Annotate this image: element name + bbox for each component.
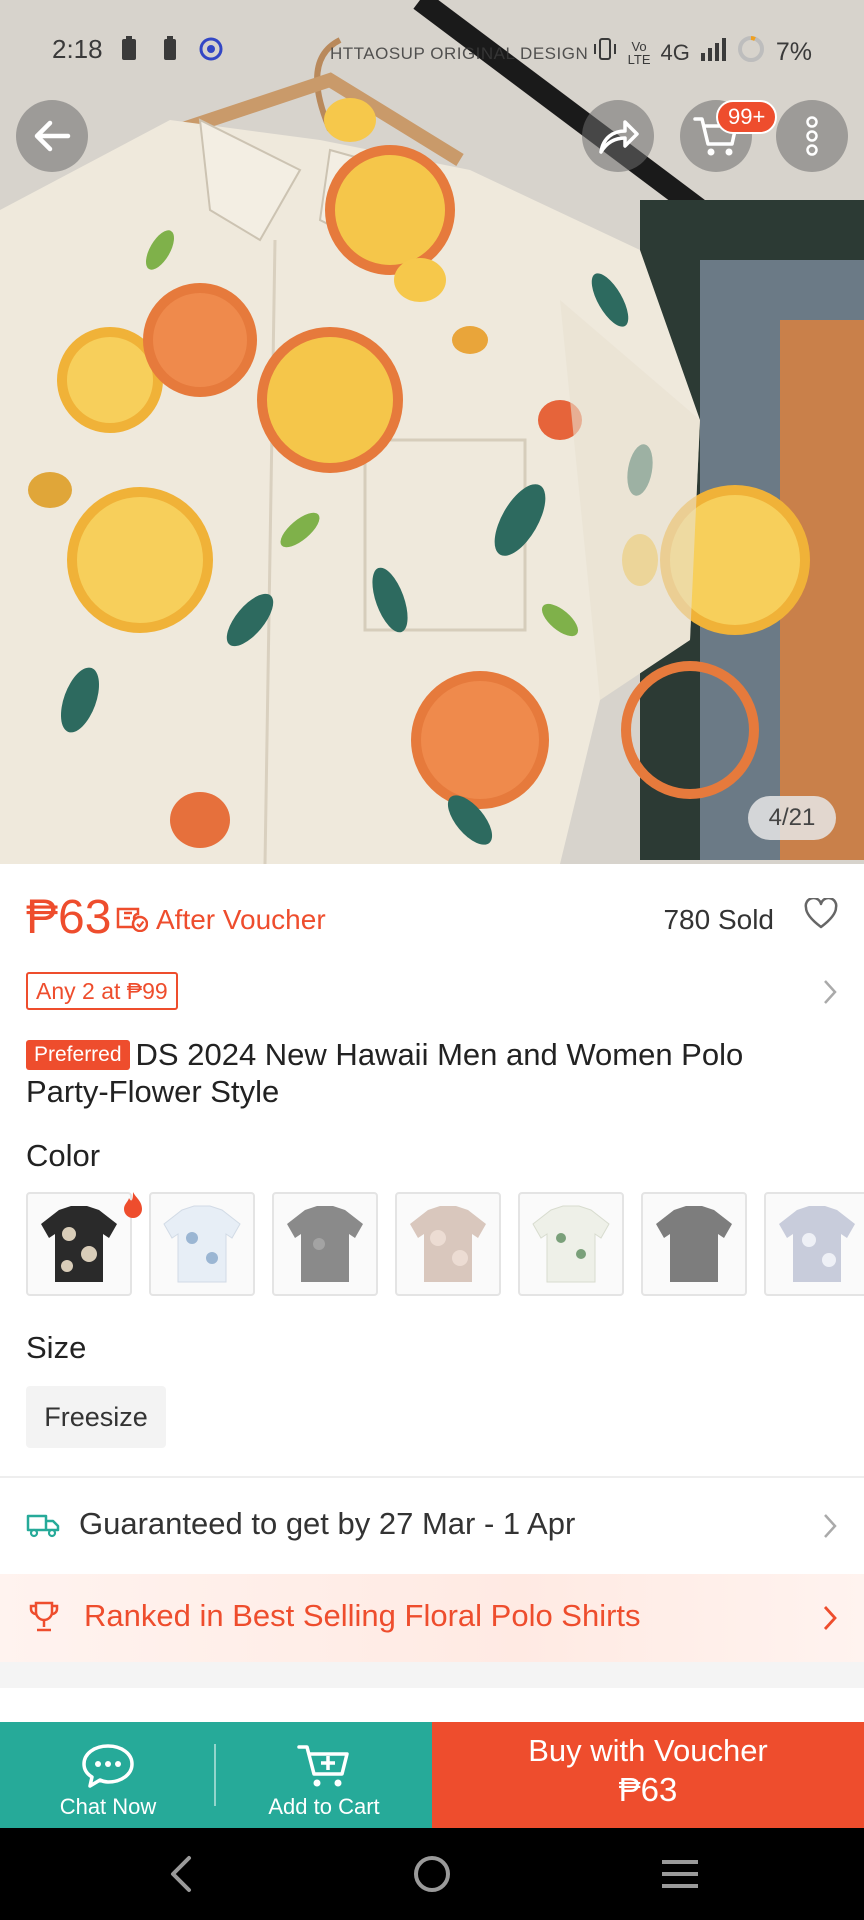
color-swatch[interactable] [272, 1192, 378, 1296]
sold-count: 780 Sold [663, 904, 774, 935]
size-label: Size [26, 1330, 87, 1365]
chevron-right-icon [822, 1512, 838, 1545]
heart-icon [804, 896, 838, 929]
system-nav-bar [0, 1828, 864, 1920]
nav-home-icon [414, 1856, 450, 1892]
chat-icon [82, 1744, 134, 1788]
after-voucher-label: After Voucher [156, 904, 326, 935]
volte-icon: Vo LTE [627, 38, 651, 67]
price-row: ₱63 After Voucher 780 Sold [26, 890, 838, 950]
product-image-gallery[interactable]: 2:18 HTTAOSUP ORIGINAL DESIGN Vo LTE 4G 7… [0, 0, 864, 864]
bottom-action-bar: Chat Now Add to Cart Buy with Voucher ₱6… [0, 1722, 864, 1828]
promo-row[interactable]: Any 2 at ₱99 [26, 972, 838, 1012]
cart-count-badge: 99+ [716, 100, 778, 134]
brand-watermark: HTTAOSUP ORIGINAL DESIGN [330, 44, 589, 63]
bundle-deal-tag: Any 2 at ₱99 [26, 972, 178, 1010]
favorite-button[interactable] [804, 896, 838, 935]
color-swatch[interactable] [149, 1192, 255, 1296]
ranking-banner[interactable]: Ranked in Best Selling Floral Polo Shirt… [0, 1574, 864, 1662]
buy-price: ₱63 [618, 1771, 678, 1808]
chevron-right-icon [822, 1604, 838, 1637]
nav-home-button[interactable] [392, 1846, 472, 1902]
add-cart-icon [297, 1745, 349, 1787]
sim-icon [162, 36, 178, 69]
battery-ring-icon [736, 34, 766, 71]
battery-percent: 7% [775, 38, 812, 66]
vibrate-icon [592, 37, 618, 68]
network-type: 4G [660, 39, 690, 65]
delivery-estimate: Guaranteed to get by 27 Mar - 1 Apr [79, 1506, 576, 1541]
color-label: Color [26, 1138, 101, 1173]
color-swatch[interactable] [518, 1192, 624, 1296]
color-swatch[interactable] [641, 1192, 747, 1296]
divider [0, 1476, 864, 1478]
preferred-badge: Preferred [26, 1040, 130, 1070]
more-options-button[interactable] [776, 100, 848, 172]
add-to-cart-label: Add to Cart [268, 1794, 380, 1819]
color-swatch[interactable] [395, 1192, 501, 1296]
voucher-icon [116, 904, 149, 937]
app-notification-icon [198, 36, 224, 69]
add-to-cart-button[interactable]: Add to Cart [216, 1722, 432, 1828]
status-indicators: Vo LTE 4G 7% [592, 34, 812, 71]
color-swatches [26, 1190, 864, 1298]
color-swatch[interactable] [26, 1192, 132, 1296]
buy-with-voucher-button[interactable]: Buy with Voucher ₱63 [432, 1722, 864, 1828]
back-button[interactable] [16, 100, 88, 172]
product-title: Preferred DS 2024 New Hawaii Men and Wome… [26, 1036, 826, 1110]
product-title-text: DS 2024 New Hawaii Men and Women Polo Pa… [26, 1037, 744, 1109]
ranking-text: Ranked in Best Selling Floral Polo Shirt… [84, 1598, 641, 1633]
back-arrow-icon [34, 120, 71, 152]
share-icon [599, 120, 639, 154]
nav-menu-button[interactable] [640, 1846, 720, 1902]
buy-label: Buy with Voucher [528, 1733, 768, 1768]
more-icon [806, 116, 818, 156]
color-swatch[interactable] [764, 1192, 864, 1296]
hot-fire-icon [120, 1190, 146, 1225]
product-price: ₱63 [26, 891, 112, 944]
status-time: 2:18 [52, 34, 103, 64]
signal-icon [700, 37, 726, 68]
section-gap [0, 1662, 864, 1688]
chat-now-label: Chat Now [59, 1794, 157, 1819]
nav-menu-icon [662, 1860, 698, 1888]
size-option[interactable]: Freesize [26, 1386, 166, 1448]
nav-back-icon [171, 1856, 191, 1892]
battery-saver-icon [120, 36, 138, 69]
delivery-row[interactable]: Guaranteed to get by 27 Mar - 1 Apr [0, 1490, 864, 1560]
status-bar: 2:18 HTTAOSUP ORIGINAL DESIGN Vo LTE 4G 7… [0, 0, 864, 100]
image-counter: 4/21 [748, 796, 836, 840]
chevron-right-icon [822, 978, 838, 1011]
share-button[interactable] [582, 100, 654, 172]
chat-now-button[interactable]: Chat Now [0, 1722, 216, 1828]
nav-back-button[interactable] [142, 1846, 222, 1902]
truck-icon [26, 1512, 60, 1543]
trophy-icon [28, 1600, 60, 1639]
